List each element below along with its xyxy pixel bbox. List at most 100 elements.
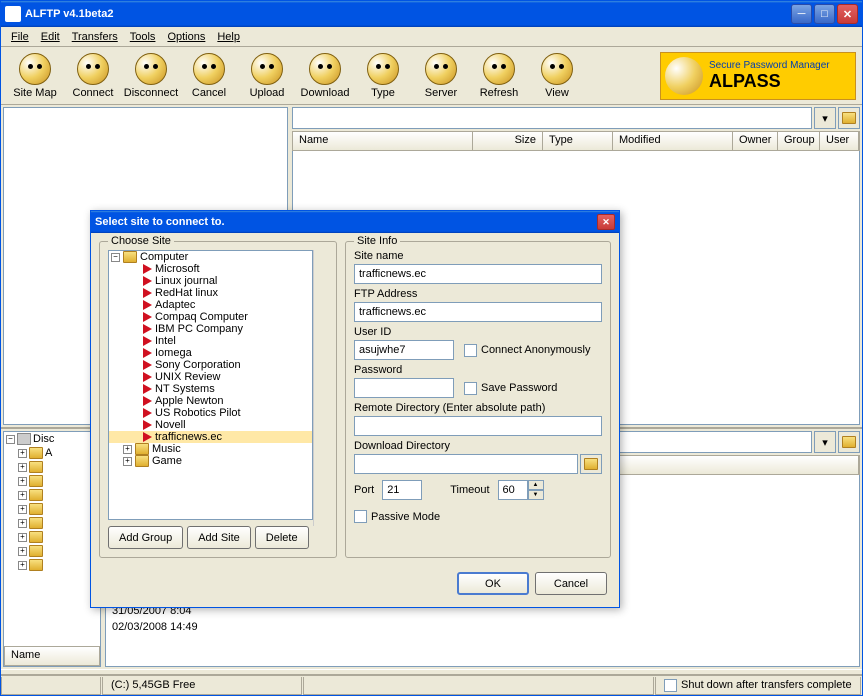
folder-icon	[29, 545, 43, 557]
remote-up-button[interactable]	[838, 107, 860, 129]
port-input[interactable]	[382, 480, 422, 500]
local-folder-row[interactable]: +	[4, 502, 100, 516]
menu-edit[interactable]: Edit	[35, 29, 66, 45]
user-id-input[interactable]	[354, 340, 454, 360]
local-folder-row[interactable]: +	[4, 558, 100, 572]
local-up-button[interactable]	[838, 431, 860, 453]
col-user[interactable]: User	[820, 132, 859, 150]
timeout-down-button[interactable]: ▼	[528, 490, 544, 500]
timeout-input[interactable]	[498, 480, 528, 500]
list-item[interactable]: 02/03/2008 14:49	[106, 619, 859, 635]
passive-mode-checkbox[interactable]	[354, 510, 367, 523]
local-folder-row[interactable]: +	[4, 474, 100, 488]
browse-folder-button[interactable]	[580, 454, 602, 474]
site-tree-item[interactable]: US Robotics Pilot	[109, 407, 312, 419]
site-tree-item[interactable]: Sony Corporation	[109, 359, 312, 371]
site-tree-item[interactable]: Microsoft	[109, 263, 312, 275]
timeout-label: Timeout	[450, 484, 489, 496]
minimize-button[interactable]: ─	[791, 4, 812, 24]
choose-site-label: Choose Site	[108, 235, 174, 247]
password-input[interactable]	[354, 378, 454, 398]
local-path-dropdown[interactable]: ▾	[814, 431, 836, 453]
folder-up-icon	[842, 436, 856, 448]
tool-connect[interactable]: Connect	[65, 49, 121, 103]
local-folder-row[interactable]: +	[4, 516, 100, 530]
col-owner[interactable]: Owner	[733, 132, 778, 150]
save-password-checkbox[interactable]	[464, 382, 477, 395]
site-tree-item[interactable]: trafficnews.ec	[109, 431, 312, 443]
local-folder-row[interactable]: +A	[4, 446, 100, 460]
site-tree-item[interactable]: NT Systems	[109, 383, 312, 395]
site-tree-item[interactable]: RedHat linux	[109, 287, 312, 299]
site-arrow-icon	[143, 348, 152, 358]
remote-dir-input[interactable]	[354, 416, 602, 436]
add-group-button[interactable]: Add Group	[108, 526, 183, 549]
add-site-button[interactable]: Add Site	[187, 526, 251, 549]
local-folder-row[interactable]: +	[4, 544, 100, 558]
site-tree[interactable]: −ComputerMicrosoftLinux journalRedHat li…	[108, 250, 313, 520]
local-tree-pane[interactable]: −Disc +A++++++++ Name	[3, 431, 101, 667]
site-arrow-icon	[143, 396, 152, 406]
menu-tools[interactable]: Tools	[124, 29, 162, 45]
site-tree-item[interactable]: Intel	[109, 335, 312, 347]
main-titlebar[interactable]: ALFTP v4.1beta2 ─ □ ✕	[1, 1, 862, 27]
upload-icon	[251, 53, 283, 85]
site-tree-folder[interactable]: +Game	[109, 455, 312, 467]
connect-anon-checkbox[interactable]	[464, 344, 477, 357]
site-name-input[interactable]	[354, 264, 602, 284]
site-tree-item[interactable]: IBM PC Company	[109, 323, 312, 335]
col-size[interactable]: Size	[473, 132, 543, 150]
timeout-up-button[interactable]: ▲	[528, 480, 544, 490]
delete-button[interactable]: Delete	[255, 526, 309, 549]
download-dir-input[interactable]	[354, 454, 578, 474]
site-tree-folder[interactable]: +Music	[109, 443, 312, 455]
site-tree-item[interactable]: Compaq Computer	[109, 311, 312, 323]
folder-icon	[29, 447, 43, 459]
col-name[interactable]: Name	[293, 132, 473, 150]
alpass-title: ALPASS	[709, 71, 830, 92]
tool-cancel[interactable]: Cancel	[181, 49, 237, 103]
dialog-close-button[interactable]: ✕	[597, 214, 615, 230]
tool-server[interactable]: Server	[413, 49, 469, 103]
connect-dialog: Select site to connect to. ✕ Choose Site…	[90, 210, 620, 608]
shutdown-checkbox[interactable]	[664, 679, 677, 692]
tool-view[interactable]: View	[529, 49, 585, 103]
col-group[interactable]: Group	[778, 132, 820, 150]
site-tree-item[interactable]: Apple Newton	[109, 395, 312, 407]
site-arrow-icon	[143, 372, 152, 382]
site-tree-item[interactable]: Linux journal	[109, 275, 312, 287]
menu-transfers[interactable]: Transfers	[66, 29, 124, 45]
menu-file[interactable]: File	[5, 29, 35, 45]
site-tree-item[interactable]: UNIX Review	[109, 371, 312, 383]
tool-disconnect[interactable]: Disconnect	[123, 49, 179, 103]
menu-options[interactable]: Options	[161, 29, 211, 45]
remote-path-dropdown[interactable]: ▾	[814, 107, 836, 129]
col-modified[interactable]: Modified	[613, 132, 733, 150]
remote-path-input[interactable]	[292, 107, 812, 129]
local-folder-row[interactable]: +	[4, 530, 100, 544]
local-folder-row[interactable]: +	[4, 460, 100, 474]
status-cell-3	[303, 677, 654, 695]
cancel-button[interactable]: Cancel	[535, 572, 607, 595]
ftp-address-input[interactable]	[354, 302, 602, 322]
ok-button[interactable]: OK	[457, 572, 529, 595]
dialog-titlebar[interactable]: Select site to connect to. ✕	[91, 211, 619, 233]
site-tree-item[interactable]: Novell	[109, 419, 312, 431]
alpass-banner[interactable]: Secure Password Manager ALPASS	[660, 52, 856, 100]
tool-type[interactable]: Type	[355, 49, 411, 103]
local-name-header[interactable]: Name	[4, 646, 100, 666]
col-type[interactable]: Type	[543, 132, 613, 150]
tree-scrollbar[interactable]	[313, 250, 328, 526]
tool-download[interactable]: Download	[297, 49, 353, 103]
tool-upload[interactable]: Upload	[239, 49, 295, 103]
site-tree-item[interactable]: Adaptec	[109, 299, 312, 311]
tool-refresh[interactable]: Refresh	[471, 49, 527, 103]
expand-icon[interactable]: −	[6, 435, 15, 444]
connect-icon	[77, 53, 109, 85]
close-button[interactable]: ✕	[837, 4, 858, 24]
menu-help[interactable]: Help	[211, 29, 246, 45]
local-folder-row[interactable]: +	[4, 488, 100, 502]
site-tree-item[interactable]: Iomega	[109, 347, 312, 359]
maximize-button[interactable]: □	[814, 4, 835, 24]
tool-sitemap[interactable]: Site Map	[7, 49, 63, 103]
